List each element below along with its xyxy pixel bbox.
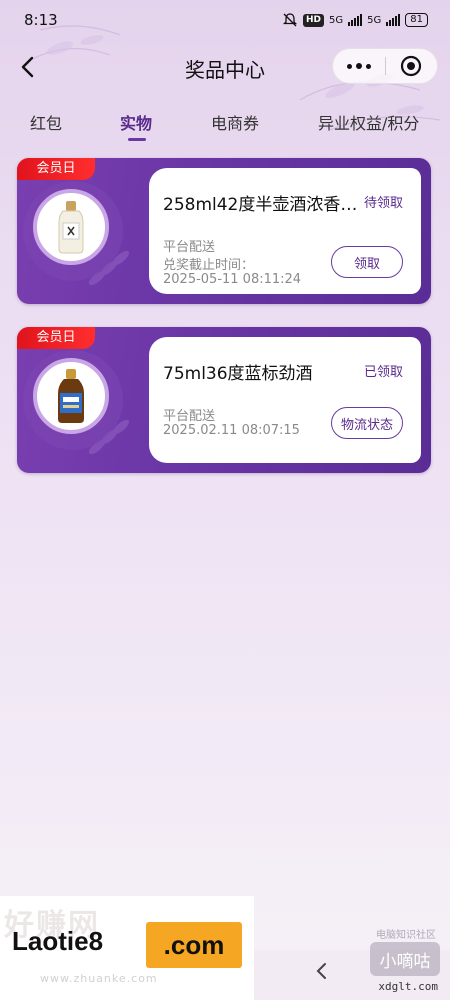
member-day-badge: 会员日: [17, 158, 95, 180]
brand-watermark-logo: 小嘀咕: [370, 942, 440, 976]
prize-status: 待领取: [363, 196, 403, 211]
category-tabs: 红包 实物 电商券 异业权益/积分: [0, 110, 450, 144]
product-image: [33, 358, 109, 434]
mini-program-capsule: [332, 48, 438, 84]
nav-bar: 奖品中心: [0, 44, 450, 90]
claim-button[interactable]: 领取: [331, 246, 403, 278]
delivery-method: 平台配送: [163, 409, 216, 424]
tab-physical[interactable]: 实物: [120, 110, 152, 134]
chevron-left-icon: [316, 963, 326, 979]
tab-hongbao[interactable]: 红包: [30, 110, 62, 134]
more-button[interactable]: [333, 48, 385, 84]
status-time: 8:13: [24, 11, 58, 29]
white-liquor-bottle-icon: [58, 201, 84, 254]
member-day-badge: 会员日: [17, 327, 95, 349]
brand-watermark-url: xdglt.com: [378, 980, 438, 993]
prize-status: 已领取: [363, 365, 403, 380]
watermark-url: www.zhuanke.com: [40, 972, 158, 985]
prize-card[interactable]: 会员日 258ml42度半壶酒浓香型白酒 待领取 平台配送 兑奖截止时间： 20…: [17, 158, 431, 304]
prize-card[interactable]: 会员日 75ml36度蓝标劲酒 已领取 平台配送 2025.02.11 08:0…: [17, 327, 431, 473]
network-label-1: 5G: [329, 14, 344, 26]
bell-muted-icon: [282, 13, 298, 27]
deadline-label: 兑奖截止时间：: [163, 258, 255, 273]
delivery-method: 平台配送: [163, 240, 216, 255]
status-bar: 8:13 HD 5G 5G 81: [0, 0, 450, 40]
deadline-time: 2025-05-11 08:11:24: [163, 272, 302, 287]
battery-indicator: 81: [405, 13, 428, 27]
hd-badge: HD: [303, 13, 325, 27]
prize-detail-panel: 75ml36度蓝标劲酒 已领取 平台配送 2025.02.11 08:07:15…: [149, 337, 421, 463]
jingjiu-bottle-icon: [58, 369, 84, 423]
signal-icon: [348, 14, 363, 26]
active-tab-indicator: [128, 138, 146, 141]
target-close-icon: [401, 55, 422, 77]
system-back-button[interactable]: [312, 960, 332, 982]
watermark-logo-text: Laotie8: [12, 926, 104, 956]
signal-icon: [386, 14, 401, 26]
status-indicators: HD 5G 5G 81: [282, 13, 428, 27]
product-name: 258ml42度半壶酒浓香型白酒: [163, 195, 359, 215]
brand-watermark-caption: 电脑知识社区: [376, 930, 436, 941]
watermark-logo-suffix: .com: [146, 922, 242, 968]
claim-time: 2025.02.11 08:07:15: [163, 423, 300, 438]
close-button[interactable]: [385, 48, 437, 84]
tab-ecommerce-coupon[interactable]: 电商券: [211, 110, 259, 134]
prize-detail-panel: 258ml42度半壶酒浓香型白酒 待领取 平台配送 兑奖截止时间： 2025-0…: [149, 168, 421, 294]
network-label-2: 5G: [367, 14, 382, 26]
product-image: [33, 189, 109, 265]
more-dots-icon: [346, 63, 352, 69]
logistics-status-button[interactable]: 物流状态: [331, 407, 403, 439]
tab-partner-points[interactable]: 异业权益/积分: [318, 110, 419, 134]
product-name: 75ml36度蓝标劲酒: [163, 364, 313, 384]
